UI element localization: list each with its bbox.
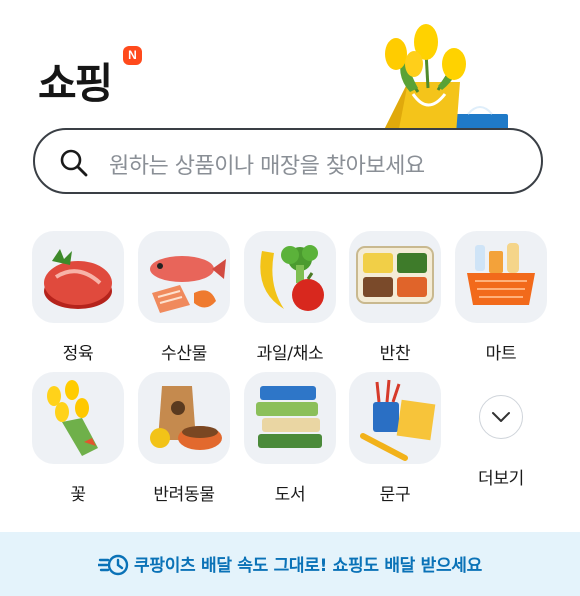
fish-icon bbox=[150, 256, 226, 313]
stationery-icon bbox=[360, 379, 436, 461]
category-label: 수산물 bbox=[160, 344, 208, 364]
delivery-banner[interactable]: 쿠팡이츠 배달 속도 그대로! 쇼핑도 배달 받으세요 bbox=[0, 532, 580, 596]
meat-icon bbox=[44, 249, 112, 309]
category-tile bbox=[455, 231, 547, 323]
category-label: 도서 bbox=[274, 485, 306, 505]
banner-text: 쿠팡이츠 배달 속도 그대로! 쇼핑도 배달 받으세요 bbox=[134, 556, 482, 576]
category-meat[interactable]: 정육 bbox=[31, 231, 125, 364]
search-bar[interactable]: 원하는 상품이나 매장을 찾아보세요 bbox=[33, 128, 543, 194]
category-tile bbox=[138, 372, 230, 464]
category-flower[interactable]: 꽃 bbox=[31, 372, 125, 505]
more-label: 더보기 bbox=[477, 469, 525, 489]
category-side-dish[interactable]: 반찬 bbox=[348, 231, 442, 364]
category-tile bbox=[244, 372, 336, 464]
flower-icon bbox=[47, 380, 98, 456]
category-books[interactable]: 도서 bbox=[243, 372, 337, 505]
fast-delivery-icon bbox=[98, 554, 129, 576]
category-fruit-veg[interactable]: 과일/채소 bbox=[243, 231, 337, 364]
category-stationery[interactable]: 문구 bbox=[348, 372, 442, 505]
fruit-vegetable-icon bbox=[260, 245, 324, 311]
tulip-bag-illustration bbox=[382, 24, 508, 134]
category-label: 정육 bbox=[62, 344, 94, 364]
category-seafood[interactable]: 수산물 bbox=[137, 231, 231, 364]
search-icon bbox=[60, 149, 88, 177]
category-label: 반찬 bbox=[379, 344, 411, 364]
chevron-down-icon bbox=[492, 412, 510, 422]
pet-food-icon bbox=[150, 386, 222, 450]
category-label: 과일/채소 bbox=[256, 344, 324, 364]
category-tile bbox=[32, 231, 124, 323]
side-dish-icon bbox=[356, 246, 434, 304]
category-label: 꽃 bbox=[70, 485, 86, 505]
category-label: 마트 bbox=[485, 344, 517, 364]
category-tile bbox=[138, 231, 230, 323]
basket-icon bbox=[467, 243, 535, 305]
search-placeholder: 원하는 상품이나 매장을 찾아보세요 bbox=[109, 154, 425, 179]
page-title: 쇼핑 bbox=[38, 59, 113, 108]
category-tile bbox=[349, 372, 441, 464]
more-categories-button[interactable]: 더보기 bbox=[454, 372, 548, 489]
category-mart[interactable]: 마트 bbox=[454, 231, 548, 364]
new-badge: N bbox=[123, 46, 142, 65]
books-icon bbox=[256, 386, 322, 448]
category-tile bbox=[32, 372, 124, 464]
category-tile bbox=[244, 231, 336, 323]
category-label: 문구 bbox=[379, 485, 411, 505]
category-pet[interactable]: 반려동물 bbox=[137, 372, 231, 505]
expand-circle bbox=[479, 395, 523, 439]
category-label: 반려동물 bbox=[153, 485, 215, 505]
category-tile bbox=[349, 231, 441, 323]
